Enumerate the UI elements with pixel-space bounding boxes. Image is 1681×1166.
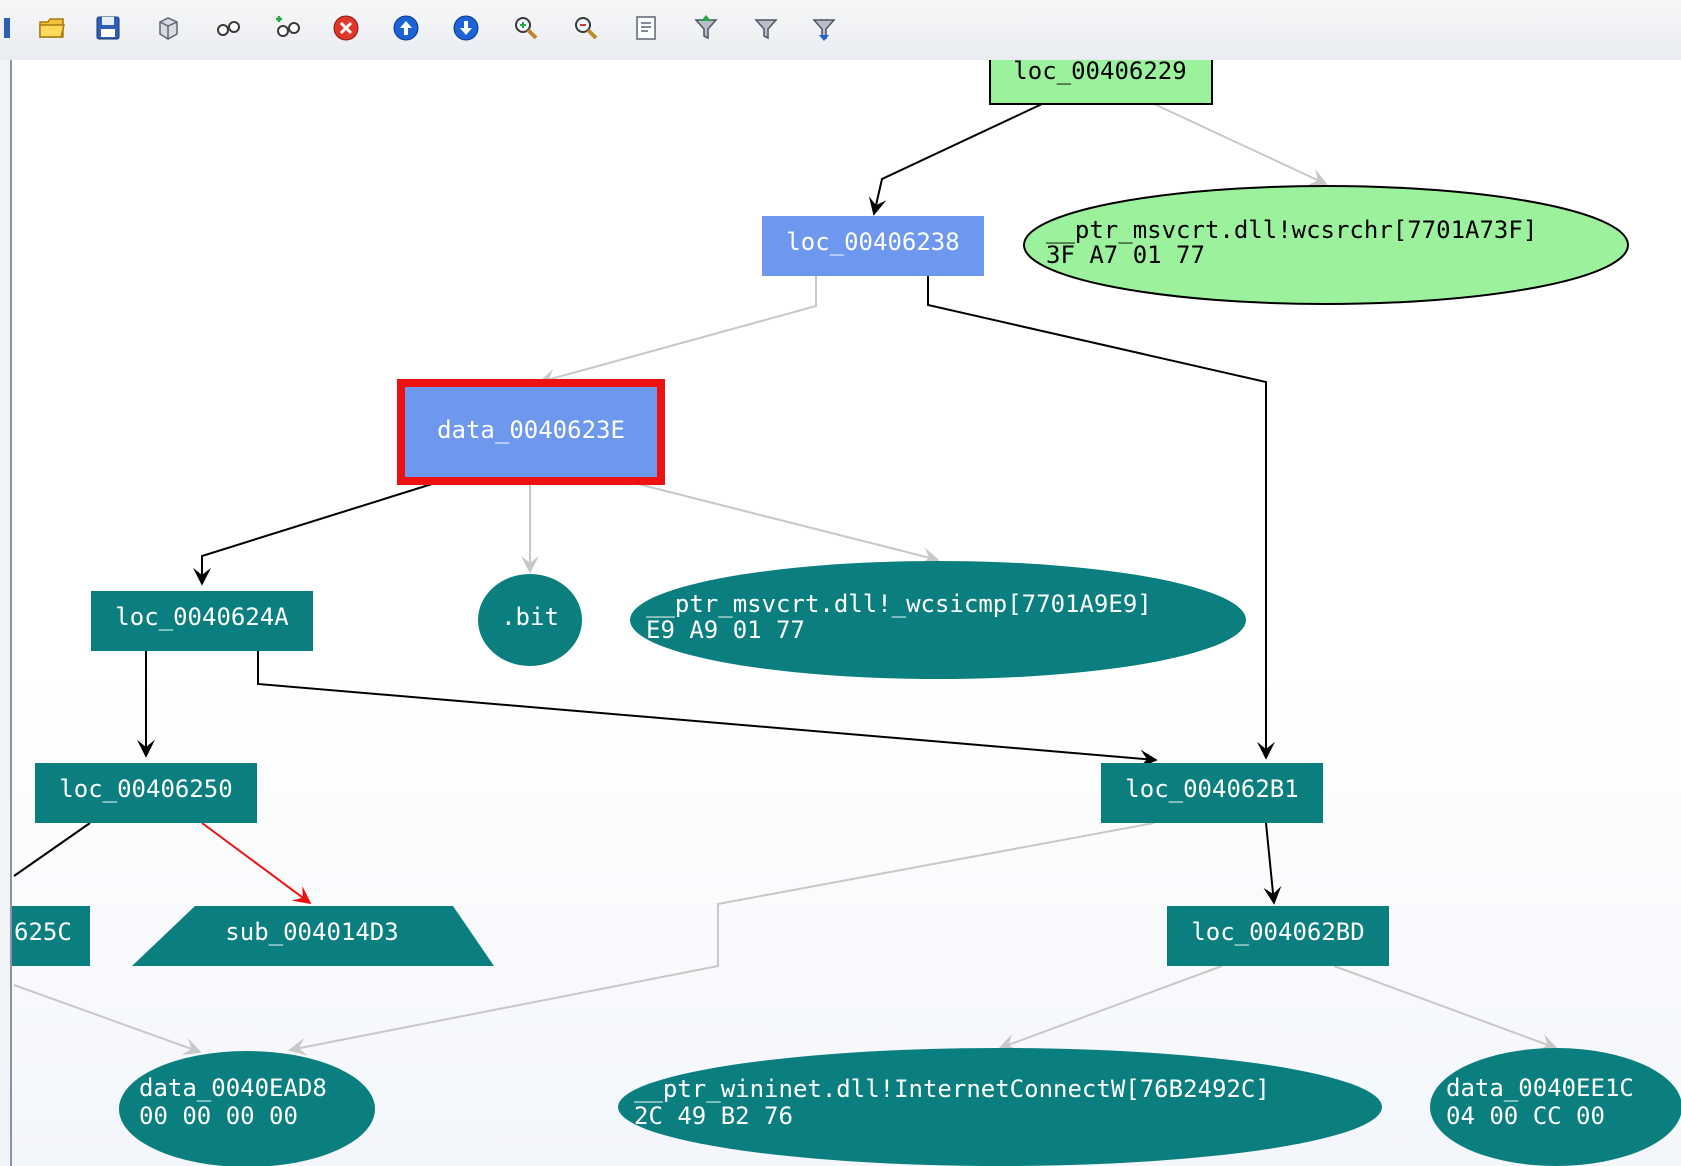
toolbar-edge-icon [2, 10, 16, 46]
node-loc-004062BD[interactable]: loc_004062BD [1167, 906, 1389, 966]
edge-00406229-to-wcsrchr-ptr [1153, 103, 1328, 186]
node-label: 625C [14, 918, 72, 946]
edge-00406238-to-data-0040623E [538, 276, 817, 387]
node-loc-00406238[interactable]: loc_00406238 [762, 216, 984, 276]
node-label: data_0040EAD8 [139, 1074, 327, 1102]
node-data-0040623E-selected[interactable]: data_0040623E [397, 379, 665, 485]
node-label: loc_004062B1 [1125, 775, 1298, 803]
node-label: __ptr_msvcrt.dll!_wcsicmp[7701A9E9] [646, 590, 1152, 618]
edge-004062BD-to-InternetConnectW-ptr [998, 965, 1223, 1051]
edge-data-0040623E-to-0040624A [193, 483, 433, 586]
node-label: sub_004014D3 [225, 918, 398, 946]
zoom-in-icon[interactable] [508, 10, 544, 46]
node-loc-004062B1[interactable]: loc_004062B1 [1101, 763, 1323, 823]
node-label: loc_00406238 [786, 228, 959, 256]
zoom-out-icon[interactable] [568, 10, 604, 46]
node-ptr-msvcrt-wcsrchr[interactable]: __ptr_msvcrt.dll!wcsrchr[7701A73F] 3F A7… [1023, 185, 1629, 305]
node-bytes: 04 00 CC 00 [1446, 1102, 1605, 1130]
edge-00406250-to-0040625C [13, 822, 91, 877]
node-loc-00406250[interactable]: loc_00406250 [35, 763, 257, 823]
filter-down-icon[interactable] [806, 10, 842, 46]
node-bytes: 2C 49 B2 76 [634, 1102, 793, 1130]
node-loc-0040624A[interactable]: loc_0040624A [91, 591, 313, 651]
notes-icon[interactable] [628, 10, 664, 46]
save-icon[interactable] [90, 10, 126, 46]
toolbar [0, 0, 1681, 61]
graph-canvas[interactable]: loc_00406229 loc_00406238 __ptr_msvcrt.d… [12, 60, 1681, 1166]
node-label: data_0040EE1C [1446, 1074, 1634, 1102]
edge-00406229-to-00406238 [868, 103, 1043, 216]
node-data-0040EAD8[interactable]: data_0040EAD8 00 00 00 00 [119, 1051, 375, 1166]
node-label: __ptr_msvcrt.dll!wcsrchr[7701A73F] [1046, 216, 1537, 244]
glasses-icon[interactable] [210, 10, 246, 46]
node-label: data_0040623E [437, 416, 625, 444]
node-bytes: E9 A9 01 77 [646, 616, 805, 644]
node-bit[interactable]: .bit [478, 574, 582, 666]
node-label: loc_00406229 [1013, 60, 1186, 85]
arrow-up-icon[interactable] [388, 10, 424, 46]
arrow-down-icon[interactable] [448, 10, 484, 46]
node-sub-004014D3[interactable]: sub_004014D3 [132, 906, 494, 966]
node-data-0040EE1C[interactable]: data_0040EE1C 04 00 CC 00 [1430, 1048, 1681, 1166]
open-folder-icon[interactable] [34, 10, 70, 46]
stop-icon[interactable] [328, 10, 364, 46]
edge-00406250-to-sub-004014D3 [201, 822, 312, 905]
node-bytes: 3F A7 01 77 [1046, 241, 1205, 269]
edge-00406238-to-004062B1 [927, 276, 1275, 760]
glasses-plus-icon[interactable] [270, 10, 306, 46]
node-loc-00406229[interactable]: loc_00406229 [989, 60, 1213, 105]
filter-icon[interactable] [748, 10, 784, 46]
node-bytes: 00 00 00 00 [139, 1102, 298, 1130]
edge-0040625C-to-data-0040EAD8 [13, 984, 202, 1055]
node-ptr-wininet-InternetConnectW[interactable]: __ptr_wininet.dll!InternetConnectW[76B24… [618, 1048, 1382, 1166]
cube-icon[interactable] [150, 10, 186, 46]
node-label: __ptr_wininet.dll!InternetConnectW[76B24… [634, 1075, 1270, 1103]
node-loc-0040625C-partial[interactable]: 625C [12, 906, 90, 966]
node-label: loc_00406250 [59, 775, 232, 803]
filter-up-icon[interactable] [688, 10, 724, 46]
node-label: loc_0040624A [115, 603, 289, 631]
edge-004062B1-to-004062BD [1263, 822, 1282, 905]
node-ptr-msvcrt-wcsicmp[interactable]: __ptr_msvcrt.dll!_wcsicmp[7701A9E9] E9 A… [630, 561, 1246, 679]
node-label: loc_004062BD [1191, 918, 1364, 946]
edge-data-0040623E-to-wcsicmp-ptr [637, 483, 940, 565]
edge-004062BD-to-data-0040EE1C [1333, 965, 1558, 1051]
left-panel-edge[interactable] [0, 60, 12, 1166]
node-label: .bit [501, 603, 559, 631]
call-graph: loc_00406229 loc_00406238 __ptr_msvcrt.d… [12, 60, 1681, 1166]
